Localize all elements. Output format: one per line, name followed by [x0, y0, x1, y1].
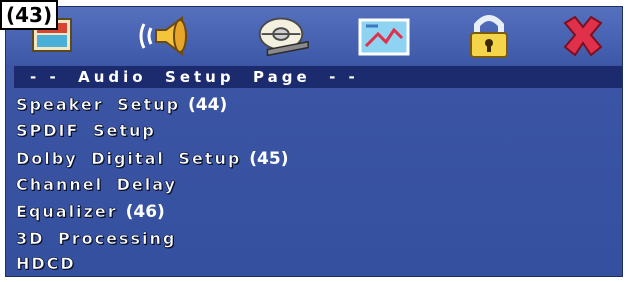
- menu-item-label: 3D Processing: [16, 229, 177, 249]
- menu-item-label: Dolby Digital Setup: [16, 149, 242, 169]
- page-title: - - Audio Setup Page - -: [30, 68, 359, 86]
- menu-item-label: HDCD: [16, 254, 76, 274]
- menu-item-label: Channel Delay: [16, 175, 177, 195]
- menu-item-speaker-setup[interactable]: Speaker Setup (44): [16, 93, 228, 117]
- password-lock-icon[interactable]: [458, 11, 520, 61]
- menu-item-label: Equalizer: [16, 202, 118, 222]
- video-setup-icon[interactable]: [250, 11, 312, 61]
- setup-screen: - - Audio Setup Page - - Speaker Setup (4…: [5, 6, 623, 277]
- callout-43: (43): [0, 0, 59, 30]
- setup-toolbar: [6, 7, 622, 65]
- callout-45: (45): [249, 149, 289, 169]
- callout-44: (44): [188, 95, 228, 115]
- menu-item-spdif-setup[interactable]: SPDIF Setup: [16, 119, 156, 143]
- menu-item-label: Speaker Setup: [16, 95, 181, 115]
- page-title-bar: - - Audio Setup Page - -: [14, 66, 622, 88]
- menu-item-hdcd[interactable]: HDCD: [16, 252, 76, 276]
- preference-icon[interactable]: [353, 11, 415, 61]
- audio-setup-icon[interactable]: [136, 11, 198, 61]
- menu-item-3d-processing[interactable]: 3D Processing: [16, 227, 176, 251]
- menu-item-label: SPDIF Setup: [16, 121, 156, 141]
- exit-icon[interactable]: [552, 11, 614, 61]
- menu-item-equalizer[interactable]: Equalizer (46): [16, 200, 165, 224]
- menu-item-dolby-digital-setup[interactable]: Dolby Digital Setup (45): [16, 147, 289, 171]
- callout-46: (46): [125, 202, 165, 222]
- menu-item-channel-delay[interactable]: Channel Delay: [16, 173, 177, 197]
